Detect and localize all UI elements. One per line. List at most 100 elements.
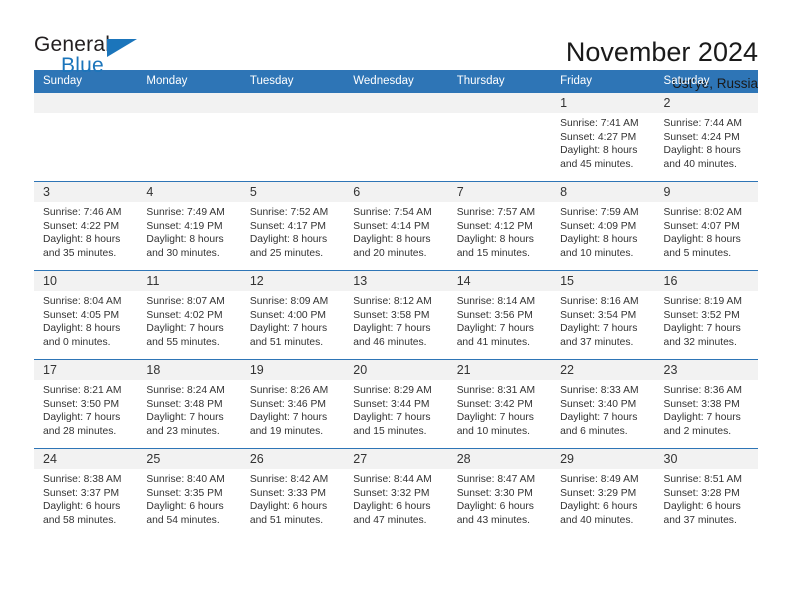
- general-blue-logo[interactable]: General Blue: [34, 34, 154, 78]
- sunrise-time: Sunrise: 8:47 AM: [456, 474, 536, 485]
- sunset-time: Sunset: 4:05 PM: [43, 309, 120, 321]
- day-details: Sunrise: 8:29 AM Sunset: 3:44 PM Daylight:…: [344, 380, 447, 438]
- day-number: [344, 93, 448, 113]
- day-details: Sunrise: 7:59 AM Sunset: 4:09 PM Daylight:…: [551, 202, 654, 260]
- sunset-time: Sunset: 3:35 PM: [146, 487, 223, 499]
- calendar-day-cell[interactable]: 16 Sunrise: 8:19 AM Sunset: 3:52 PM Dayligh…: [654, 270, 758, 360]
- calendar-day-cell[interactable]: 28 Sunrise: 8:47 AM Sunset: 3:30 PM Dayligh…: [447, 448, 552, 538]
- sunset-time: Sunset: 4:24 PM: [663, 131, 740, 143]
- calendar-day-cell-empty: [137, 92, 241, 182]
- day-details: Sunrise: 8:12 AM Sunset: 3:58 PM Daylight:…: [344, 291, 447, 349]
- calendar-day-cell-empty: [34, 92, 138, 182]
- day-number: 4: [137, 182, 241, 202]
- sunrise-time: Sunrise: 8:38 AM: [43, 474, 122, 485]
- calendar-day-cell[interactable]: 3 Sunrise: 7:46 AM Sunset: 4:22 PM Daylight…: [34, 181, 138, 271]
- sunset-time: Sunset: 4:27 PM: [560, 131, 637, 143]
- calendar-day-cell[interactable]: 11 Sunrise: 8:07 AM Sunset: 4:02 PM Dayligh…: [137, 270, 241, 360]
- calendar-week-row: 17 Sunrise: 8:21 AM Sunset: 3:50 PM Dayligh…: [34, 359, 758, 449]
- day-details: Sunrise: 8:42 AM Sunset: 3:33 PM Daylight:…: [241, 469, 344, 527]
- daylight-duration-line1: Daylight: 8 hours: [249, 234, 328, 246]
- daylight-duration-line2: and 19 minutes.: [249, 425, 324, 437]
- calendar-day-cell[interactable]: 23 Sunrise: 8:36 AM Sunset: 3:38 PM Dayligh…: [654, 359, 758, 449]
- day-number: 27: [344, 449, 448, 469]
- calendar-day-cell[interactable]: 10 Sunrise: 8:04 AM Sunset: 4:05 PM Dayligh…: [34, 270, 138, 360]
- daylight-duration-line1: Daylight: 7 hours: [456, 412, 534, 424]
- sunset-time: Sunset: 3:52 PM: [663, 309, 740, 321]
- calendar-day-cell[interactable]: 17 Sunrise: 8:21 AM Sunset: 3:50 PM Dayligh…: [34, 359, 138, 449]
- day-number: 9: [654, 182, 758, 202]
- calendar-day-cell[interactable]: 20 Sunrise: 8:29 AM Sunset: 3:44 PM Dayligh…: [344, 359, 448, 449]
- calendar-week-row: 10 Sunrise: 8:04 AM Sunset: 4:05 PM Dayligh…: [34, 270, 758, 360]
- sunrise-time: Sunrise: 8:12 AM: [353, 296, 432, 307]
- daylight-duration-line1: Daylight: 7 hours: [146, 412, 224, 424]
- calendar-day-cell[interactable]: 19 Sunrise: 8:26 AM Sunset: 3:46 PM Dayligh…: [240, 359, 345, 449]
- daylight-duration-line2: and 51 minutes.: [249, 336, 324, 348]
- calendar-day-cell[interactable]: 14 Sunrise: 8:14 AM Sunset: 3:56 PM Dayligh…: [447, 270, 552, 360]
- day-number: 12: [240, 271, 345, 291]
- daylight-duration-line2: and 10 minutes.: [560, 247, 634, 259]
- sunrise-time: Sunrise: 7:54 AM: [353, 207, 432, 218]
- calendar-day-cell[interactable]: 18 Sunrise: 8:24 AM Sunset: 3:48 PM Dayligh…: [137, 359, 241, 449]
- calendar-day-cell[interactable]: 2 Sunrise: 7:44 AM Sunset: 4:24 PM Daylight…: [654, 92, 758, 182]
- calendar-day-cell[interactable]: 7 Sunrise: 7:57 AM Sunset: 4:12 PM Daylight…: [447, 181, 552, 271]
- day-details: Sunrise: 8:38 AM Sunset: 3:37 PM Daylight:…: [34, 469, 137, 527]
- day-number: 2: [654, 93, 758, 113]
- calendar-day-cell[interactable]: 4 Sunrise: 7:49 AM Sunset: 4:19 PM Daylight…: [137, 181, 241, 271]
- calendar-day-cell-empty: [447, 92, 552, 182]
- calendar-day-cell[interactable]: 6 Sunrise: 7:54 AM Sunset: 4:14 PM Daylight…: [344, 181, 448, 271]
- calendar-day-cell-empty: [344, 92, 448, 182]
- daylight-duration-line1: Daylight: 7 hours: [146, 323, 224, 335]
- day-number: [34, 93, 138, 113]
- calendar-day-cell[interactable]: 8 Sunrise: 7:59 AM Sunset: 4:09 PM Daylight…: [551, 181, 655, 271]
- daylight-duration-line1: Daylight: 7 hours: [456, 323, 534, 335]
- calendar-day-cell[interactable]: 27 Sunrise: 8:44 AM Sunset: 3:32 PM Dayligh…: [344, 448, 448, 538]
- calendar-day-cell[interactable]: 26 Sunrise: 8:42 AM Sunset: 3:33 PM Dayligh…: [240, 448, 345, 538]
- daylight-duration-line2: and 25 minutes.: [249, 247, 324, 259]
- sunset-time: Sunset: 3:33 PM: [249, 487, 326, 499]
- calendar-day-cell[interactable]: 30 Sunrise: 8:51 AM Sunset: 3:28 PM Dayligh…: [654, 448, 758, 538]
- day-number: 30: [654, 449, 758, 469]
- calendar-day-cell[interactable]: 5 Sunrise: 7:52 AM Sunset: 4:17 PM Daylight…: [240, 181, 345, 271]
- day-number: 29: [551, 449, 655, 469]
- day-details: Sunrise: 8:21 AM Sunset: 3:50 PM Daylight:…: [34, 380, 137, 438]
- day-details: Sunrise: 8:33 AM Sunset: 3:40 PM Daylight:…: [551, 380, 654, 438]
- day-number: 10: [34, 271, 138, 291]
- day-details: Sunrise: 8:24 AM Sunset: 3:48 PM Daylight:…: [137, 380, 240, 438]
- calendar-day-cell[interactable]: 13 Sunrise: 8:12 AM Sunset: 3:58 PM Dayligh…: [344, 270, 448, 360]
- daylight-duration-line1: Daylight: 7 hours: [353, 412, 431, 424]
- daylight-duration-line1: Daylight: 6 hours: [456, 501, 534, 513]
- sunrise-sunset-calendar: Sunday Monday Tuesday Wednesday Thursday…: [34, 70, 758, 538]
- calendar-day-cell[interactable]: 9 Sunrise: 8:02 AM Sunset: 4:07 PM Daylight…: [654, 181, 758, 271]
- calendar-day-cell[interactable]: 21 Sunrise: 8:31 AM Sunset: 3:42 PM Dayligh…: [447, 359, 552, 449]
- calendar-day-cell[interactable]: 24 Sunrise: 8:38 AM Sunset: 3:37 PM Dayligh…: [34, 448, 138, 538]
- daylight-duration-line2: and 20 minutes.: [353, 247, 427, 259]
- sunrise-time: Sunrise: 7:41 AM: [560, 118, 639, 129]
- day-number: 3: [34, 182, 138, 202]
- calendar-day-cell[interactable]: 15 Sunrise: 8:16 AM Sunset: 3:54 PM Dayligh…: [551, 270, 655, 360]
- daylight-duration-line1: Daylight: 6 hours: [249, 501, 328, 513]
- day-number: [447, 93, 552, 113]
- sunset-time: Sunset: 4:12 PM: [456, 220, 533, 232]
- day-details: Sunrise: 7:52 AM Sunset: 4:17 PM Daylight:…: [241, 202, 344, 260]
- day-details: Sunrise: 8:02 AM Sunset: 4:07 PM Daylight:…: [655, 202, 758, 260]
- day-details: Sunrise: 7:54 AM Sunset: 4:14 PM Daylight:…: [344, 202, 447, 260]
- sunset-time: Sunset: 3:48 PM: [146, 398, 223, 410]
- calendar-day-cell[interactable]: 1 Sunrise: 7:41 AM Sunset: 4:27 PM Daylight…: [551, 92, 655, 182]
- day-details: Sunrise: 8:36 AM Sunset: 3:38 PM Daylight:…: [655, 380, 758, 438]
- day-details: Sunrise: 8:04 AM Sunset: 4:05 PM Daylight:…: [34, 291, 137, 349]
- sunrise-time: Sunrise: 8:33 AM: [560, 385, 639, 396]
- sunrise-time: Sunrise: 8:14 AM: [456, 296, 536, 307]
- sunset-time: Sunset: 3:50 PM: [43, 398, 120, 410]
- daylight-duration-line1: Daylight: 7 hours: [249, 412, 328, 424]
- daylight-duration-line2: and 10 minutes.: [456, 425, 530, 437]
- daylight-duration-line2: and 28 minutes.: [43, 425, 117, 437]
- calendar-day-cell[interactable]: 25 Sunrise: 8:40 AM Sunset: 3:35 PM Dayligh…: [137, 448, 241, 538]
- day-number: 18: [137, 360, 241, 380]
- calendar-day-cell[interactable]: 22 Sunrise: 8:33 AM Sunset: 3:40 PM Dayligh…: [551, 359, 655, 449]
- calendar-day-cell[interactable]: 12 Sunrise: 8:09 AM Sunset: 4:00 PM Dayligh…: [240, 270, 345, 360]
- daylight-duration-line1: Daylight: 8 hours: [560, 145, 638, 157]
- day-number: [137, 93, 241, 113]
- daylight-duration-line2: and 55 minutes.: [146, 336, 220, 348]
- day-number: 20: [344, 360, 448, 380]
- calendar-day-cell[interactable]: 29 Sunrise: 8:49 AM Sunset: 3:29 PM Dayligh…: [551, 448, 655, 538]
